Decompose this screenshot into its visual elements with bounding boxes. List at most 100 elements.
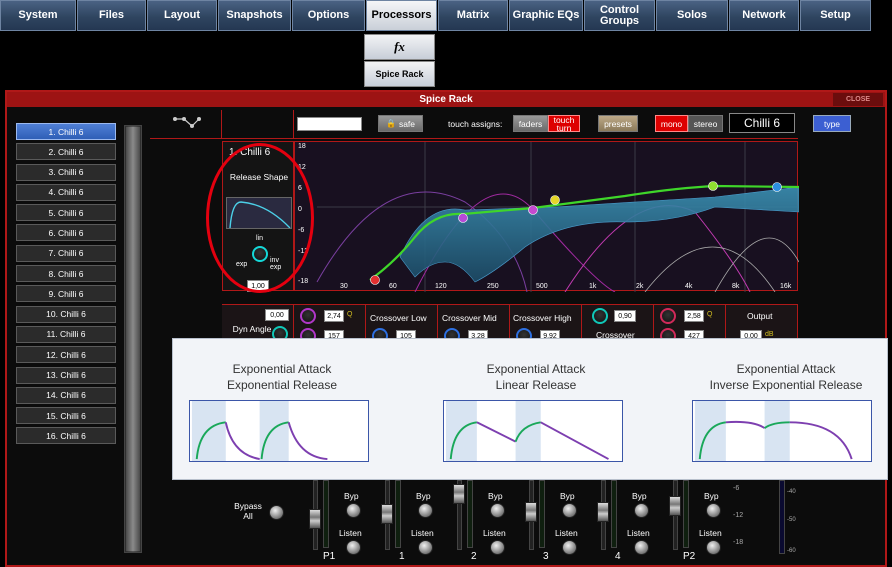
close-button[interactable]: CLOSE bbox=[833, 93, 883, 106]
stereo-button[interactable]: stereo bbox=[688, 115, 723, 132]
menu-files[interactable]: Files bbox=[77, 0, 146, 31]
crossover-knob[interactable] bbox=[592, 308, 608, 324]
channel-item[interactable]: 10. Chilli 6 bbox=[16, 305, 116, 323]
safe-label: safe bbox=[398, 118, 416, 129]
band-p1-q-value[interactable]: 2,74 bbox=[324, 310, 344, 322]
channel-item[interactable]: 11. Chilli 6 bbox=[16, 325, 116, 343]
safe-button[interactable]: 🔒 safe bbox=[378, 115, 423, 132]
band-label: P2 bbox=[683, 551, 696, 562]
menu-control-groups[interactable]: Control Groups bbox=[584, 0, 655, 31]
channel-item[interactable]: 13. Chilli 6 bbox=[16, 366, 116, 384]
crossover-value[interactable]: 0,90 bbox=[614, 310, 636, 322]
byp-button-p2[interactable] bbox=[706, 503, 721, 518]
fx-button[interactable]: fx bbox=[364, 34, 435, 60]
menu-snapshots[interactable]: Snapshots bbox=[218, 0, 291, 31]
byp-button-2[interactable] bbox=[490, 503, 505, 518]
illustration-title-1-line1: Exponential Attack bbox=[232, 362, 332, 376]
channel-item[interactable]: 15. Chilli 6 bbox=[16, 407, 116, 425]
x-tick: 250 bbox=[487, 283, 499, 290]
channel-item[interactable]: 1. Chilli 6 bbox=[16, 123, 116, 140]
x-tick: 2k bbox=[636, 283, 644, 290]
header-cell-blank bbox=[222, 110, 294, 139]
menu-setup[interactable]: Setup bbox=[800, 0, 871, 31]
channel-list: 1. Chilli 6 2. Chilli 6 3. Chilli 6 4. C… bbox=[16, 123, 117, 448]
name-input[interactable] bbox=[297, 117, 362, 131]
menu-matrix[interactable]: Matrix bbox=[438, 0, 508, 31]
band-p1-q-knob[interactable] bbox=[300, 308, 316, 324]
touch-turn-button[interactable]: touch turn bbox=[548, 115, 580, 132]
faders-button[interactable]: faders bbox=[513, 115, 548, 132]
byp-button-3[interactable] bbox=[562, 503, 577, 518]
bypass-all-button[interactable] bbox=[269, 505, 284, 520]
listen-button-3[interactable] bbox=[562, 540, 577, 555]
frequency-graph[interactable]: 18 12 6 0 -6 -12 -18 30 60 120 250 500 1… bbox=[294, 141, 799, 292]
type-button[interactable]: type bbox=[813, 115, 851, 132]
fader-p1[interactable] bbox=[309, 509, 321, 529]
menu-network[interactable]: Network bbox=[729, 0, 799, 31]
listen-button-2[interactable] bbox=[490, 540, 505, 555]
channel-item[interactable]: 7. Chilli 6 bbox=[16, 244, 116, 262]
lock-icon: 🔒 bbox=[385, 119, 396, 128]
fader-1[interactable] bbox=[381, 504, 393, 524]
presets-button[interactable]: presets bbox=[598, 115, 638, 132]
listen-button-1[interactable] bbox=[418, 540, 433, 555]
meter-p2 bbox=[683, 480, 689, 548]
byp-button-p1[interactable] bbox=[346, 503, 361, 518]
channel-item[interactable]: 16. Chilli 6 bbox=[16, 427, 116, 445]
band-label: P1 bbox=[323, 551, 336, 562]
panel-title-text: Spice Rack bbox=[419, 94, 473, 105]
channel-item[interactable]: 5. Chilli 6 bbox=[16, 204, 116, 222]
bypass-all-label: Bypass All bbox=[234, 501, 262, 521]
meter-4 bbox=[611, 480, 617, 548]
band-p2-q-value[interactable]: 2,58 bbox=[684, 310, 704, 322]
illustration-title-1-line2: Exponential Release bbox=[226, 378, 338, 392]
listen-button-p2[interactable] bbox=[706, 540, 721, 555]
menu-processors[interactable]: Processors bbox=[366, 0, 437, 31]
annotation-oval bbox=[206, 143, 314, 293]
byp-button-1[interactable] bbox=[418, 503, 433, 518]
byp-label: Byp bbox=[416, 491, 431, 501]
band-label: 3 bbox=[543, 551, 549, 562]
listen-button-p1[interactable] bbox=[346, 540, 361, 555]
illustration-title-2: Exponential Attack Linear Release bbox=[443, 361, 629, 393]
illustration-title-2-line2: Linear Release bbox=[495, 378, 577, 392]
meter-p1 bbox=[323, 480, 329, 548]
channel-item[interactable]: 9. Chilli 6 bbox=[16, 285, 116, 303]
illustration-title-3: Exponential Attack Inverse Exponential R… bbox=[683, 361, 889, 393]
channel-scrollbar[interactable] bbox=[124, 125, 142, 553]
panel-title: Spice Rack CLOSE bbox=[7, 92, 885, 107]
x-tick: 1k bbox=[589, 283, 597, 290]
channel-item[interactable]: 14. Chilli 6 bbox=[16, 386, 116, 404]
menu-system[interactable]: System bbox=[0, 0, 76, 31]
channel-item[interactable]: 3. Chilli 6 bbox=[16, 163, 116, 181]
menu-graphic-eqs[interactable]: Graphic EQs bbox=[509, 0, 583, 31]
routing-icon[interactable] bbox=[172, 115, 202, 131]
fader-2[interactable] bbox=[453, 484, 465, 504]
channel-item[interactable]: 4. Chilli 6 bbox=[16, 183, 116, 201]
channel-item[interactable]: 12. Chilli 6 bbox=[16, 346, 116, 364]
channel-item[interactable]: 6. Chilli 6 bbox=[16, 224, 116, 242]
band-p2-q-knob[interactable] bbox=[660, 308, 676, 324]
dyn-angle-label: Dyn Angle bbox=[232, 324, 272, 334]
output-label: Output bbox=[747, 311, 773, 321]
dyn-angle-value[interactable]: 0,00 bbox=[265, 309, 289, 321]
illustration-title-3-line1: Exponential Attack bbox=[736, 362, 836, 376]
listen-button-4[interactable] bbox=[634, 540, 649, 555]
q-label: Q bbox=[707, 311, 713, 318]
mono-button[interactable]: mono bbox=[655, 115, 688, 132]
scrollbar-thumb[interactable] bbox=[126, 127, 140, 551]
x-tick: 4k bbox=[685, 283, 693, 290]
fader-4[interactable] bbox=[597, 502, 609, 522]
fader-p2[interactable] bbox=[669, 496, 681, 516]
byp-button-4[interactable] bbox=[634, 503, 649, 518]
menu-options[interactable]: Options bbox=[292, 0, 365, 31]
spice-rack-button[interactable]: Spice Rack bbox=[364, 61, 435, 87]
release-shape-illustration: Exponential Attack Exponential Release E… bbox=[172, 338, 888, 480]
output-meter bbox=[779, 480, 785, 554]
menu-solos[interactable]: Solos bbox=[656, 0, 728, 31]
channel-item[interactable]: 8. Chilli 6 bbox=[16, 265, 116, 283]
channel-item[interactable]: 2. Chilli 6 bbox=[16, 143, 116, 161]
crossover-mid-label: Crossover Mid bbox=[442, 313, 497, 323]
fader-3[interactable] bbox=[525, 502, 537, 522]
menu-layout[interactable]: Layout bbox=[147, 0, 217, 31]
